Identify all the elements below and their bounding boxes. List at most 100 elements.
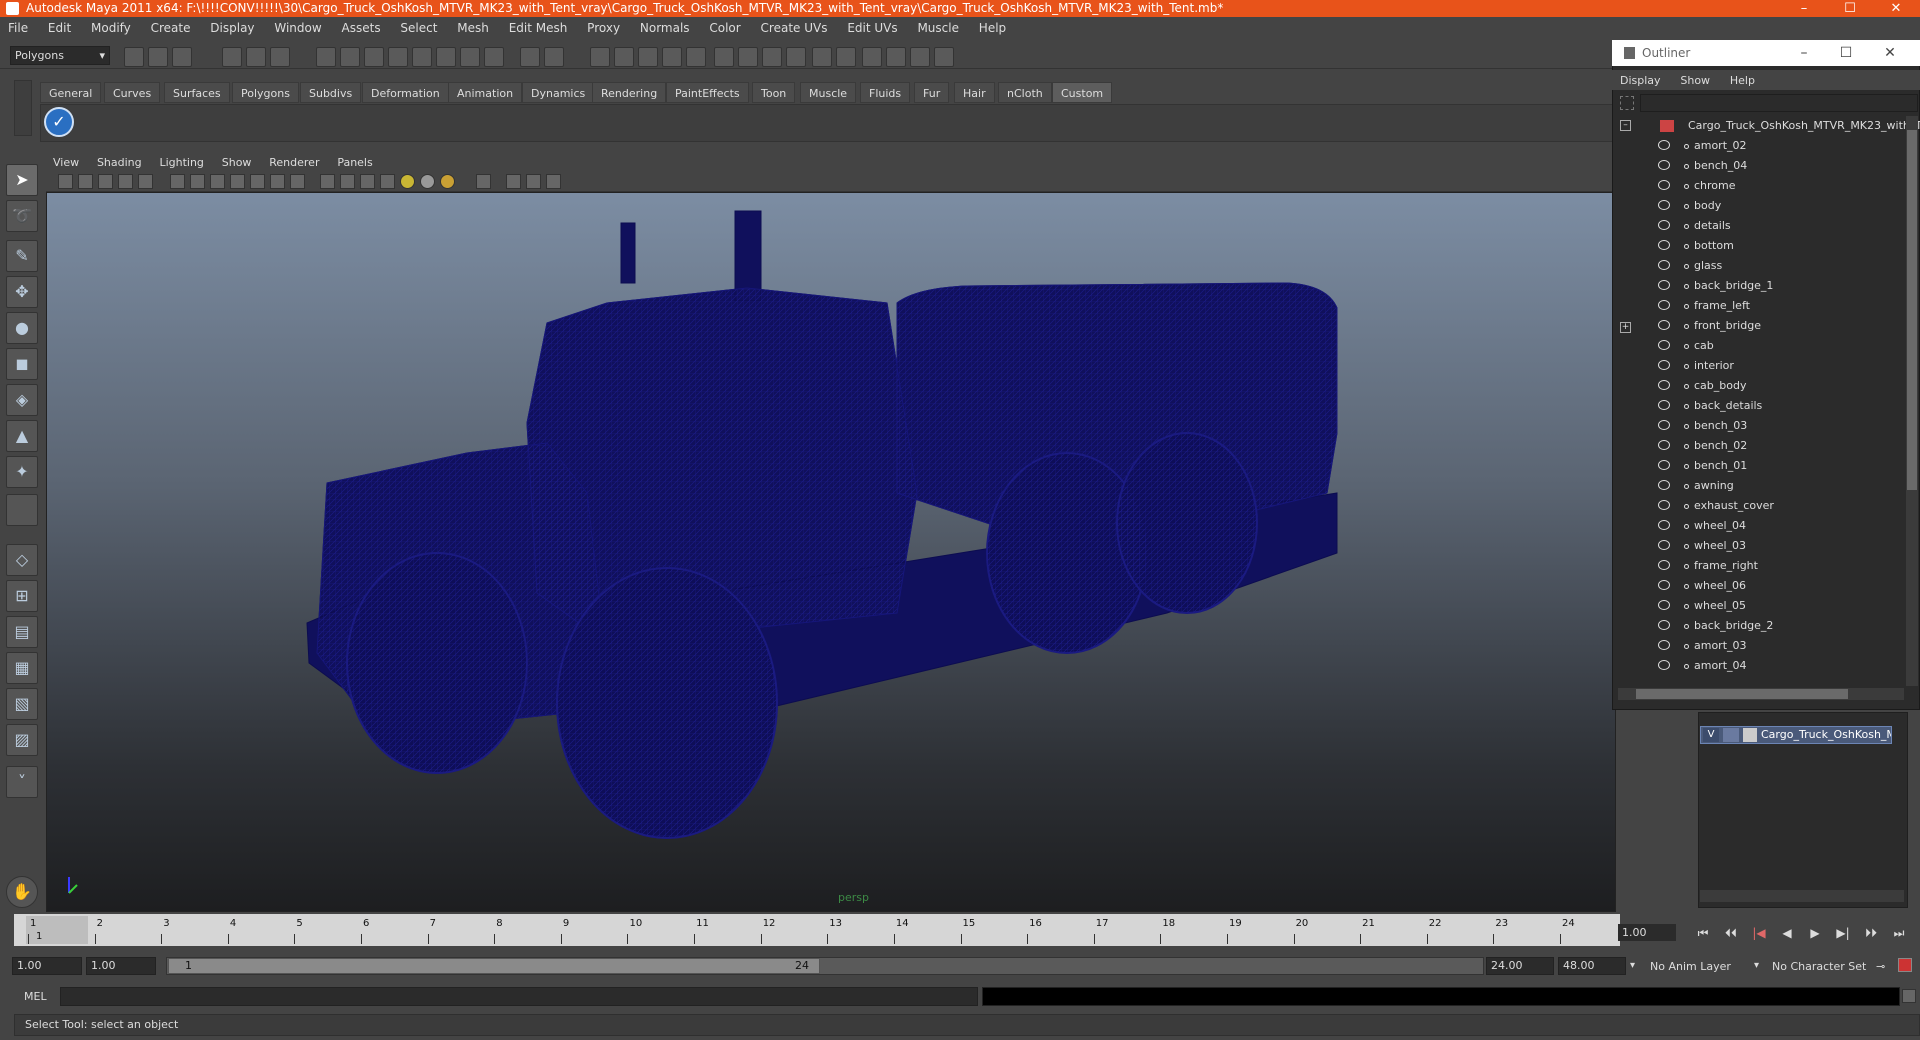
soft-mod-tool-icon[interactable]: ▲ — [6, 420, 38, 452]
minimize-icon[interactable]: – — [1784, 0, 1824, 17]
outliner-item[interactable]: back_bridge_2 — [1618, 616, 1904, 636]
outliner-vertical-scroll-thumb[interactable] — [1907, 130, 1917, 490]
render-frame-icon[interactable] — [786, 47, 806, 67]
menu-create[interactable]: Create — [143, 17, 199, 39]
hypershade-layout-icon[interactable]: ▧ — [6, 688, 38, 720]
snap-grid-icon[interactable] — [590, 47, 610, 67]
menu-assets[interactable]: Assets — [334, 17, 389, 39]
outliner-item[interactable]: glass — [1618, 256, 1904, 276]
viewport-menu-show[interactable]: Show — [215, 153, 259, 173]
four-view-layout-icon[interactable]: ⊞ — [6, 580, 38, 612]
grab-hand-icon[interactable]: ✋ — [6, 876, 38, 908]
collapse-root-icon[interactable]: – — [1620, 120, 1631, 131]
menu-modify[interactable]: Modify — [83, 17, 139, 39]
step-back-key-icon[interactable]: |◀ — [1750, 924, 1768, 942]
open-scene-icon[interactable] — [148, 47, 168, 67]
outliner-item[interactable]: bottom — [1618, 236, 1904, 256]
go-to-start-icon[interactable]: ⏮ — [1694, 924, 1712, 942]
menu-mesh[interactable]: Mesh — [449, 17, 497, 39]
go-to-end-icon[interactable]: ⏭ — [1890, 924, 1908, 942]
select-by-curve-icon[interactable] — [364, 47, 384, 67]
make-live-icon[interactable] — [686, 47, 706, 67]
highlight-selection-icon[interactable] — [544, 47, 564, 67]
step-forward-frame-icon[interactable]: ⏵⏵ — [1862, 924, 1880, 942]
wireframe-on-shaded-icon[interactable] — [360, 174, 375, 189]
shelf-tab-rendering[interactable]: Rendering — [592, 82, 667, 103]
outliner-item[interactable]: back_details — [1618, 396, 1904, 416]
shelf-tab-muscle[interactable]: Muscle — [800, 82, 857, 103]
outliner-item[interactable]: amort_03 — [1618, 636, 1904, 656]
scale-tool-icon[interactable]: ◼ — [6, 348, 38, 380]
menu-proxy[interactable]: Proxy — [579, 17, 628, 39]
outliner-close-icon[interactable]: ✕ — [1870, 40, 1910, 66]
outliner-item[interactable]: frame_right — [1618, 556, 1904, 576]
play-forwards-icon[interactable]: ▶ — [1806, 924, 1824, 942]
lasso-tool-icon[interactable]: ➰ — [6, 200, 38, 232]
hypershade-icon[interactable] — [862, 47, 882, 67]
menu-color[interactable]: Color — [701, 17, 748, 39]
film-gate-icon[interactable] — [190, 174, 205, 189]
animation-start-field[interactable]: 1.00 — [12, 957, 82, 975]
shelf-tab-painteffects[interactable]: PaintEffects — [666, 82, 749, 103]
snap-point-icon[interactable] — [638, 47, 658, 67]
safe-action-icon[interactable] — [270, 174, 285, 189]
select-by-dynamic-icon[interactable] — [436, 47, 456, 67]
use-all-lights-icon[interactable] — [420, 174, 435, 189]
select-hierarchy-icon[interactable] — [222, 47, 242, 67]
outliner-item[interactable]: chrome — [1618, 176, 1904, 196]
snap-curve-icon[interactable] — [614, 47, 634, 67]
snap-view-plane-icon[interactable] — [662, 47, 682, 67]
show-hide-attribute-editor-icon[interactable] — [886, 47, 906, 67]
select-by-render-icon[interactable] — [460, 47, 480, 67]
animation-preferences-icon[interactable] — [1898, 958, 1912, 972]
select-object-icon[interactable] — [246, 47, 266, 67]
rotate-tool-icon[interactable]: ● — [6, 312, 38, 344]
step-forward-key-icon[interactable]: ▶| — [1834, 924, 1852, 942]
input-output-icon[interactable] — [714, 47, 734, 67]
outliner-item[interactable]: awning — [1618, 476, 1904, 496]
current-time-field[interactable]: 1.00 — [1618, 924, 1676, 941]
viewport-menu-renderer[interactable]: Renderer — [262, 153, 326, 173]
shelf-tab-custom[interactable]: Custom — [1052, 82, 1113, 103]
persp-outliner-layout-icon[interactable]: ▤ — [6, 616, 38, 648]
mel-command-input[interactable] — [60, 987, 978, 1006]
outliner-item[interactable]: exhaust_cover — [1618, 496, 1904, 516]
menu-edit-uvs[interactable]: Edit UVs — [839, 17, 905, 39]
anim-layer-dropdown[interactable]: No Anim Layer — [1650, 960, 1731, 973]
menu-create-uvs[interactable]: Create UVs — [753, 17, 836, 39]
lock-selection-icon[interactable] — [520, 47, 540, 67]
select-by-misc-icon[interactable] — [484, 47, 504, 67]
smooth-shading-icon[interactable] — [340, 174, 355, 189]
toolbox-collapse-icon[interactable]: ˅ — [6, 766, 38, 798]
menu-help[interactable]: Help — [971, 17, 1014, 39]
show-hide-channel-box-icon[interactable] — [934, 47, 954, 67]
shelf-tab-animation[interactable]: Animation — [448, 82, 523, 103]
layer-name[interactable]: Cargo_Truck_OshKosh_M — [1761, 727, 1891, 743]
outliner-item[interactable]: bench_04 — [1618, 156, 1904, 176]
menu-set-dropdown[interactable]: Polygons ▾ — [10, 46, 110, 65]
character-set-dropdown[interactable]: No Character Set — [1772, 960, 1866, 973]
render-settings-icon[interactable] — [836, 47, 856, 67]
camera-attributes-icon[interactable] — [78, 174, 93, 189]
menu-edit-mesh[interactable]: Edit Mesh — [501, 17, 576, 39]
anim-layer-dropdown-arrow-icon[interactable]: ▾ — [1630, 960, 1635, 971]
viewport-menu-shading[interactable]: Shading — [90, 153, 149, 173]
ipr-render-icon[interactable] — [812, 47, 832, 67]
layer-visibility-toggle[interactable]: V — [1703, 728, 1719, 742]
textured-icon[interactable] — [380, 174, 395, 189]
hud-icon[interactable] — [546, 174, 561, 189]
outliner-item[interactable]: amort_02 — [1618, 136, 1904, 156]
shelf-tab-polygons[interactable]: Polygons — [232, 82, 299, 103]
shelf-tab-surfaces[interactable]: Surfaces — [164, 82, 230, 103]
playback-end-field[interactable]: 24.00 — [1486, 957, 1554, 975]
outliner-root-item[interactable]: Cargo_Truck_OshKosh_MTVR_MK23_with_Te — [1688, 119, 1920, 132]
safe-title-icon[interactable] — [290, 174, 305, 189]
auto-key-icon[interactable]: ⊸ — [1876, 960, 1885, 973]
maximize-icon[interactable]: ☐ — [1830, 0, 1870, 17]
viewport-menu-lighting[interactable]: Lighting — [152, 153, 210, 173]
bookmarks-icon[interactable] — [98, 174, 113, 189]
script-editor-icon[interactable] — [1902, 989, 1916, 1003]
outliner-menu-show[interactable]: Show — [1672, 71, 1718, 91]
grid-icon[interactable] — [170, 174, 185, 189]
layer-horizontal-scrollbar[interactable] — [1700, 890, 1904, 902]
